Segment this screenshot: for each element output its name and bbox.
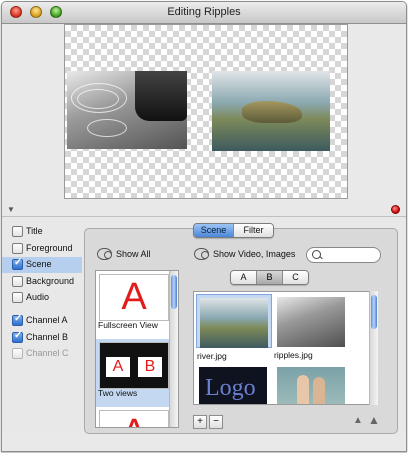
check-title[interactable]: Title xyxy=(2,224,82,240)
checkbox[interactable] xyxy=(12,275,23,287)
check-foreground[interactable]: Foreground xyxy=(2,241,82,257)
preview-canvas[interactable] xyxy=(64,24,348,199)
check-channel-b[interactable]: Channel B xyxy=(2,330,82,346)
scroll-thumb[interactable] xyxy=(371,295,377,329)
media-item-photo[interactable] xyxy=(274,364,348,404)
media-item-logo[interactable]: Logo xyxy=(196,364,270,404)
scroll-thumb[interactable] xyxy=(171,275,177,309)
list-item[interactable]: A Fullscreen View xyxy=(96,271,170,339)
checkbox[interactable] xyxy=(12,348,23,360)
checkbox[interactable] xyxy=(12,313,23,326)
channel-b-button[interactable]: B xyxy=(257,271,283,284)
preview-area xyxy=(2,24,406,202)
search-input[interactable] xyxy=(306,247,381,263)
splitter[interactable]: ▼ xyxy=(2,202,406,217)
checkbox[interactable] xyxy=(12,330,23,343)
two-views-thumbnail: A B xyxy=(99,342,169,389)
channel-c-button[interactable]: C xyxy=(283,271,308,284)
river-preview-image[interactable] xyxy=(212,71,330,151)
show-media-label: Show Video, Images xyxy=(213,249,296,259)
ripples-preview-image[interactable] xyxy=(67,71,187,149)
tab-filter[interactable]: Filter xyxy=(234,224,273,237)
check-audio[interactable]: Audio xyxy=(2,290,82,306)
check-scene[interactable]: Scene xyxy=(2,257,82,274)
add-button[interactable]: + xyxy=(193,415,207,429)
window-title: Editing Ripples xyxy=(167,6,241,18)
bottom-bar xyxy=(2,434,406,451)
channel-selector: A B C xyxy=(230,270,309,285)
tab-scene[interactable]: Scene xyxy=(194,224,234,237)
show-media-control[interactable]: Show Video, Images xyxy=(194,248,295,260)
list-item[interactable]: A B Two views xyxy=(96,339,170,407)
checkbox[interactable] xyxy=(12,257,23,271)
show-media-icon xyxy=(194,248,209,260)
river-thumbnail xyxy=(200,298,268,348)
large-mountain-icon[interactable]: ▲ xyxy=(368,413,380,427)
scene-template-list[interactable]: A Fullscreen View A B Two views A xyxy=(95,270,179,428)
editor-window: Editing Ripples ▼ Title Foreground Scene… xyxy=(1,1,407,452)
small-mountain-icon[interactable]: ▲ xyxy=(353,415,363,426)
check-channel-a[interactable]: Channel A xyxy=(2,313,82,329)
people-thumbnail xyxy=(277,367,345,404)
checkbox[interactable] xyxy=(12,292,23,304)
media-grid[interactable]: river.jpg ripples.jpg Logo xyxy=(193,291,371,405)
media-item-river[interactable]: river.jpg xyxy=(196,294,272,361)
search-icon xyxy=(312,250,321,259)
list-item[interactable]: A xyxy=(96,407,170,427)
checkbox[interactable] xyxy=(12,226,23,237)
show-all-control[interactable]: Show All xyxy=(97,248,151,260)
title-bar: Editing Ripples xyxy=(2,2,406,24)
show-all-icon xyxy=(97,248,112,260)
panel-tabs: Scene Filter xyxy=(193,223,274,238)
layer-checklist: Title Foreground Scene Background Audio … xyxy=(2,224,82,363)
list-item-caption: Fullscreen View xyxy=(98,320,158,330)
media-scrollbar[interactable] xyxy=(369,291,378,405)
check-channel-c[interactable]: Channel C xyxy=(2,346,82,362)
checkbox[interactable] xyxy=(12,242,23,254)
template-thumbnail: A xyxy=(99,410,169,427)
show-all-label: Show All xyxy=(116,249,151,259)
ripples-thumbnail xyxy=(277,297,345,347)
check-background[interactable]: Background xyxy=(2,274,82,290)
logo-thumbnail: Logo xyxy=(199,367,267,404)
media-item-ripples[interactable]: ripples.jpg xyxy=(274,294,348,360)
scene-panel: Scene Filter Show All Show Video, Images… xyxy=(84,223,398,434)
channel-a-button[interactable]: A xyxy=(231,271,257,284)
record-indicator-icon xyxy=(391,205,400,214)
list-item-caption: Two views xyxy=(98,388,138,398)
fullscreen-thumbnail: A xyxy=(99,274,169,321)
list-scrollbar[interactable] xyxy=(169,271,178,427)
disclosure-triangle-icon[interactable]: ▼ xyxy=(7,205,15,214)
remove-button[interactable]: − xyxy=(209,415,223,429)
